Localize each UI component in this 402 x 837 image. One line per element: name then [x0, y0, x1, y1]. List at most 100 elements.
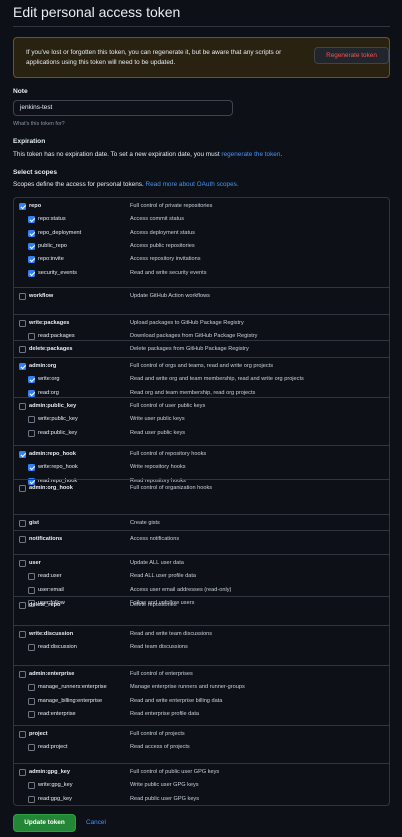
- checkbox-icon[interactable]: [19, 346, 26, 353]
- checkbox-icon[interactable]: [19, 631, 26, 638]
- checkbox-icon[interactable]: [28, 710, 35, 718]
- checkbox-icon[interactable]: [19, 731, 26, 738]
- scope-description: Read and write security events: [130, 269, 207, 276]
- sub-scope-row[interactable]: manage_billing:enterprise Read and write …: [14, 695, 389, 708]
- sub-scope-row[interactable]: read:project Read access of projects: [14, 741, 389, 754]
- checkbox-icon[interactable]: [28, 429, 35, 437]
- checkbox-icon[interactable]: [19, 769, 26, 776]
- checkbox-icon[interactable]: [19, 520, 26, 527]
- checkbox-checked-icon[interactable]: [28, 269, 35, 277]
- sub-scope-row[interactable]: repo:status Access commit status: [14, 213, 389, 226]
- scope-name: admin:gpg_key: [29, 769, 71, 775]
- sub-scope-row[interactable]: repo_deployment Access deployment status: [14, 227, 389, 240]
- sub-scope-row[interactable]: read:public_key Read user public keys: [14, 427, 389, 440]
- oauth-scopes-link[interactable]: Read more about OAuth scopes.: [146, 181, 239, 188]
- checkbox-checked-icon[interactable]: [28, 256, 35, 264]
- checkbox-icon[interactable]: [28, 697, 35, 705]
- checkbox-icon[interactable]: [19, 536, 26, 543]
- checkbox-checked-icon[interactable]: [28, 389, 35, 397]
- scope-row[interactable]: delete_repo Delete repositories: [14, 599, 389, 612]
- scope-group-admin-gpg-key: admin:gpg_key Full control of public user…: [14, 763, 389, 807]
- sub-scope-row[interactable]: manage_runners:enterprise Manage enterpri…: [14, 681, 389, 694]
- scope-description: Read public user GPG keys: [130, 795, 200, 802]
- checkbox-icon[interactable]: [19, 602, 26, 609]
- scope-name: admin:org: [29, 363, 57, 369]
- checkbox-icon[interactable]: [28, 744, 35, 752]
- checkbox-icon[interactable]: [19, 320, 26, 327]
- sub-scope-row[interactable]: read:discussion Read team discussions: [14, 641, 389, 654]
- checkbox-icon[interactable]: [28, 782, 35, 790]
- regenerate-token-button[interactable]: Regenerate token: [314, 47, 389, 64]
- cancel-link[interactable]: Cancel: [86, 819, 106, 826]
- scope-group-gist: gist Create gists: [14, 514, 389, 530]
- sub-scope-row[interactable]: read:user Read ALL user profile data: [14, 570, 389, 583]
- scope-group-admin-org-hook: admin:org_hook Full control of organizati…: [14, 479, 389, 514]
- scope-row[interactable]: repo Full control of private repositories: [14, 200, 389, 213]
- scope-row[interactable]: write:packages Upload packages to GitHub …: [14, 317, 389, 330]
- checkbox-icon[interactable]: [28, 416, 35, 424]
- checkbox-icon[interactable]: [19, 293, 26, 300]
- checkbox-checked-icon[interactable]: [19, 451, 26, 458]
- note-input[interactable]: jenkins-test: [13, 100, 233, 116]
- scope-name: repo_deployment: [38, 229, 82, 236]
- checkbox-checked-icon[interactable]: [28, 242, 35, 250]
- scope-name: project: [29, 731, 48, 737]
- sub-scope-row[interactable]: public_repo Access public repositories: [14, 240, 389, 253]
- scope-row[interactable]: admin:enterprise Full control of enterpri…: [14, 668, 389, 681]
- scope-name: user: [29, 560, 41, 566]
- scope-row[interactable]: notifications Access notifications: [14, 533, 389, 546]
- checkbox-icon[interactable]: [19, 403, 26, 410]
- sub-scope-row[interactable]: write:public_key Write user public keys: [14, 413, 389, 426]
- checkbox-icon[interactable]: [28, 644, 35, 652]
- scope-description: Create gists: [130, 520, 160, 526]
- sub-scope-row[interactable]: write:org Read and write org and team mem…: [14, 373, 389, 386]
- scope-row[interactable]: admin:org_hook Full control of organizati…: [14, 482, 389, 495]
- checkbox-checked-icon[interactable]: [28, 216, 35, 224]
- scope-row[interactable]: admin:gpg_key Full control of public user…: [14, 766, 389, 779]
- sub-scope-row[interactable]: security_events Read and write security e…: [14, 267, 389, 280]
- checkbox-checked-icon[interactable]: [28, 229, 35, 237]
- scope-description: Read team discussions: [130, 644, 188, 651]
- scope-description: Update GitHub Action workflows: [130, 293, 210, 299]
- checkbox-icon[interactable]: [19, 671, 26, 678]
- checkbox-icon[interactable]: [19, 560, 26, 567]
- update-token-button[interactable]: Update token: [13, 814, 76, 832]
- sub-scope-row[interactable]: repo:invite Access repository invitations: [14, 253, 389, 266]
- sub-scope-row[interactable]: user:email Access user email addresses (r…: [14, 584, 389, 597]
- scope-name: manage_billing:enterprise: [38, 697, 103, 704]
- scope-group-admin-enterprise: admin:enterprise Full control of enterpri…: [14, 665, 389, 725]
- scope-row[interactable]: write:discussion Read and write team disc…: [14, 628, 389, 641]
- sub-scope-row[interactable]: write:gpg_key Write public user GPG keys: [14, 779, 389, 792]
- scope-description: Write public user GPG keys: [130, 782, 199, 789]
- checkbox-icon[interactable]: [28, 795, 35, 803]
- checkbox-icon[interactable]: [28, 586, 35, 594]
- scope-row[interactable]: user Update ALL user data: [14, 557, 389, 570]
- sub-scope-row[interactable]: read:enterprise Read enterprise profile d…: [14, 708, 389, 721]
- checkbox-icon[interactable]: [19, 485, 26, 492]
- scope-row[interactable]: admin:org Full control of orgs and teams,…: [14, 360, 389, 373]
- scope-name: read:discussion: [38, 644, 77, 651]
- checkbox-checked-icon[interactable]: [28, 464, 35, 472]
- scope-row[interactable]: admin:public_key Full control of user pub…: [14, 400, 389, 413]
- scope-row[interactable]: delete:packages Delete packages from GitH…: [14, 343, 389, 356]
- checkbox-checked-icon[interactable]: [19, 203, 26, 210]
- scope-description: Access deployment status: [130, 229, 195, 236]
- scope-name: read:org: [38, 389, 59, 396]
- scope-row[interactable]: workflow Update GitHub Action workflows: [14, 290, 389, 303]
- scope-name: write:packages: [29, 320, 70, 326]
- scope-name: write:public_key: [38, 416, 78, 423]
- checkbox-icon[interactable]: [28, 684, 35, 692]
- checkbox-checked-icon[interactable]: [28, 376, 35, 384]
- regenerate-token-link[interactable]: regenerate the token: [221, 151, 280, 158]
- scope-row[interactable]: project Full control of projects: [14, 728, 389, 741]
- scope-row[interactable]: admin:repo_hook Full control of repositor…: [14, 448, 389, 461]
- scope-name: read:enterprise: [38, 710, 76, 717]
- scope-description: Access user email addresses (read-only): [130, 586, 232, 593]
- sub-scope-row[interactable]: read:gpg_key Read public user GPG keys: [14, 793, 389, 806]
- scope-description: Access public repositories: [130, 242, 195, 249]
- checkbox-checked-icon[interactable]: [19, 363, 26, 370]
- scopes-list: repo Full control of private repositories…: [13, 197, 390, 806]
- checkbox-icon[interactable]: [28, 573, 35, 581]
- scope-row[interactable]: gist Create gists: [14, 517, 389, 530]
- sub-scope-row[interactable]: write:repo_hook Write repository hooks: [14, 461, 389, 474]
